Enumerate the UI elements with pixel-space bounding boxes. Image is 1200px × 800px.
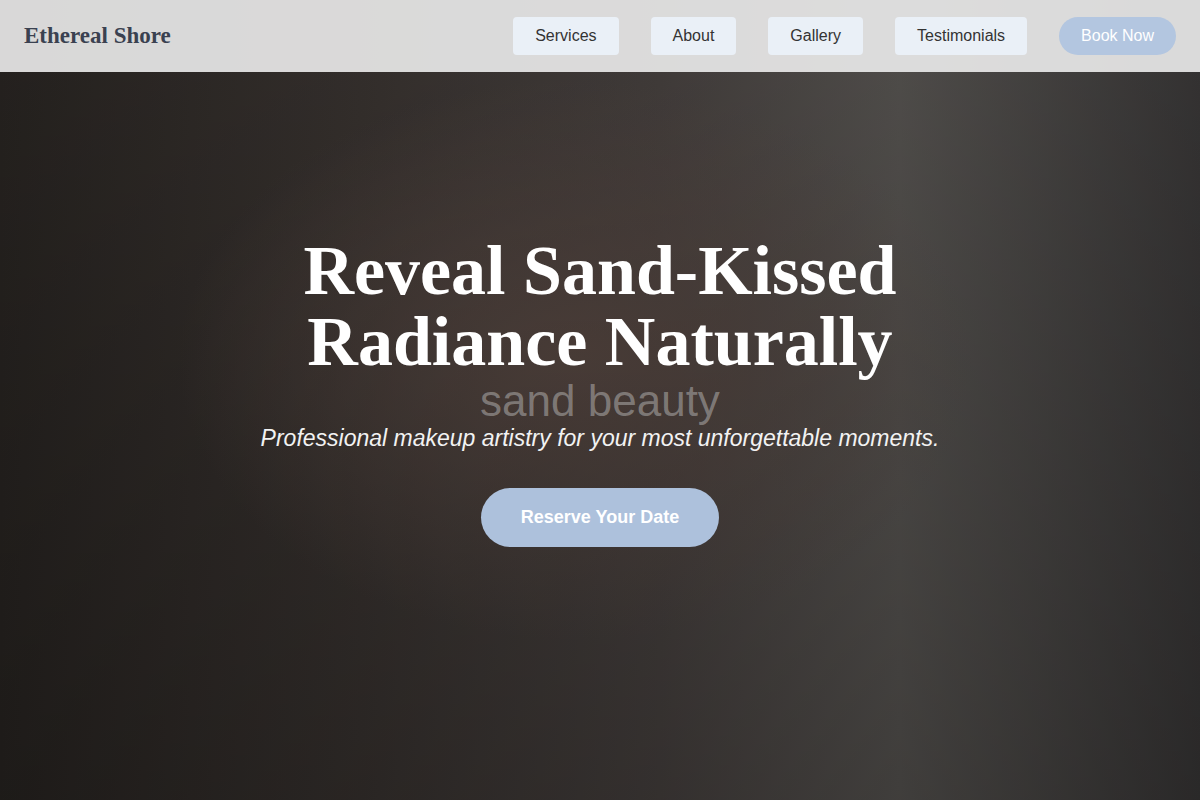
logo[interactable]: Ethereal Shore [24,23,171,49]
nav-links: Services About Gallery Testimonials Book Now [513,17,1176,55]
nav-link[interactable]: Gallery [768,17,863,55]
page: Ethereal Shore Services About Gallery Testim… [0,0,1200,800]
hero-title: Reveal Sand-KissedRadiance Naturally [303,235,896,378]
book-now-button[interactable]: Book Now [1059,17,1176,55]
hero-subtitle: Professional makeup artistry for your mo… [261,425,940,452]
hero-section: Reveal Sand-KissedRadiance Naturallysand… [0,72,1200,800]
nav-link[interactable]: Testimonials [895,17,1027,55]
navigation-bar: Ethereal Shore Services About Gallery Testim… [0,0,1200,72]
hero-title-line: Radiance Naturally [303,306,896,377]
nav-link[interactable]: Services [513,17,618,55]
hero-content: Reveal Sand-KissedRadiance Naturallysand… [261,235,940,548]
hero-title-line: Reveal Sand-Kissed [303,235,896,306]
nav-link[interactable]: About [651,17,737,55]
reserve-button[interactable]: Reserve Your Date [481,488,719,547]
watermark-text: sand beauty [480,379,720,423]
